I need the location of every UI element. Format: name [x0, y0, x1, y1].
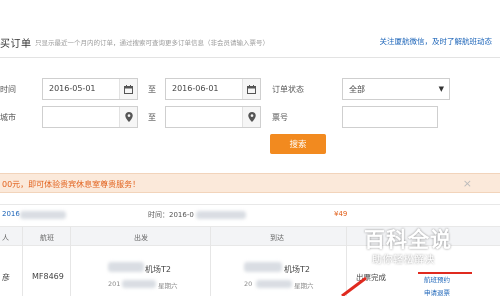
- promo-text: 00元，即可体验贵宾休息室尊贵服务！: [2, 180, 141, 189]
- col-arrive: 到达: [270, 234, 284, 242]
- ticket-number-input[interactable]: [342, 106, 438, 128]
- destination-city-field[interactable]: [165, 106, 261, 128]
- column-divider: [70, 227, 71, 247]
- location-pin-icon: [119, 107, 137, 127]
- blurred-depart-city: [108, 262, 144, 272]
- header-divider: [0, 57, 500, 58]
- column-divider: [210, 246, 211, 296]
- order-status-label: 订单状态: [272, 85, 304, 94]
- header-note: 只显示最近一个月内的订单，通过搜索可查询更多订单信息（非会员请输入票号）: [35, 39, 269, 47]
- blurred-arrive-date: [256, 280, 292, 288]
- location-pin-icon: [242, 107, 260, 127]
- time-label: 时间: [0, 85, 16, 94]
- refund-request-link[interactable]: 申请退票: [424, 287, 450, 296]
- ticket-number-label: 票号: [272, 113, 288, 122]
- column-divider: [346, 227, 347, 247]
- annotation-underline: [418, 272, 472, 274]
- origin-city-field[interactable]: [42, 106, 138, 128]
- close-icon[interactable]: ×: [463, 177, 472, 190]
- order-number[interactable]: 2016: [2, 210, 20, 218]
- annotation-arrow-icon: [341, 276, 367, 296]
- to-label: 至: [148, 85, 156, 94]
- order-price: ¥49: [334, 210, 348, 218]
- end-date-field[interactable]: 2016-06-01: [165, 78, 261, 100]
- order-status-select[interactable]: 全部 ▼: [342, 78, 450, 100]
- end-date-value: 2016-06-01: [172, 84, 219, 93]
- depart-place: 机场T2: [145, 265, 171, 274]
- arrive-weekday: 星期六: [294, 282, 314, 290]
- depart-weekday: 星期六: [158, 282, 178, 290]
- flight-number: MF8469: [32, 272, 64, 281]
- arrive-date: 20: [244, 280, 253, 288]
- col-passenger: 人: [2, 234, 9, 242]
- column-divider: [70, 246, 71, 296]
- arrive-place: 机场T2: [284, 265, 310, 274]
- calendar-icon[interactable]: [119, 79, 137, 99]
- watermark-subtitle: 助你轻松解决: [372, 255, 435, 266]
- blurred-depart-date: [122, 280, 156, 288]
- blurred-order-time: [196, 211, 246, 219]
- city-label: 城市: [0, 113, 16, 122]
- column-divider: [22, 246, 23, 296]
- depart-date: 201: [108, 280, 121, 288]
- blurred-order-number: [20, 211, 66, 219]
- follow-wechat-link[interactable]: 关注厦航微信，及时了解航班动态: [380, 36, 493, 47]
- search-button[interactable]: 搜索: [270, 134, 326, 154]
- order-time: 时间：2016-0: [148, 211, 194, 219]
- to-label: 至: [148, 113, 156, 122]
- flight-reserve-link[interactable]: 航班预约: [424, 274, 450, 284]
- watermark-title: 百科全说: [364, 228, 452, 252]
- calendar-icon[interactable]: [242, 79, 260, 99]
- blurred-arrive-city: [244, 262, 282, 272]
- order-status-value: 全部: [349, 85, 365, 94]
- col-flight: 航班: [40, 234, 54, 242]
- passenger-name: 彦: [2, 273, 10, 282]
- dropdown-arrow-icon: ▼: [438, 85, 444, 93]
- column-divider: [210, 227, 211, 247]
- start-date-value: 2016-05-01: [49, 84, 96, 93]
- col-depart: 出发: [134, 234, 148, 242]
- column-divider: [22, 227, 23, 247]
- page-title: 买订单: [0, 39, 32, 50]
- start-date-field[interactable]: 2016-05-01: [42, 78, 138, 100]
- promo-banner: 00元，即可体验贵宾休息室尊贵服务！ ×: [0, 173, 500, 193]
